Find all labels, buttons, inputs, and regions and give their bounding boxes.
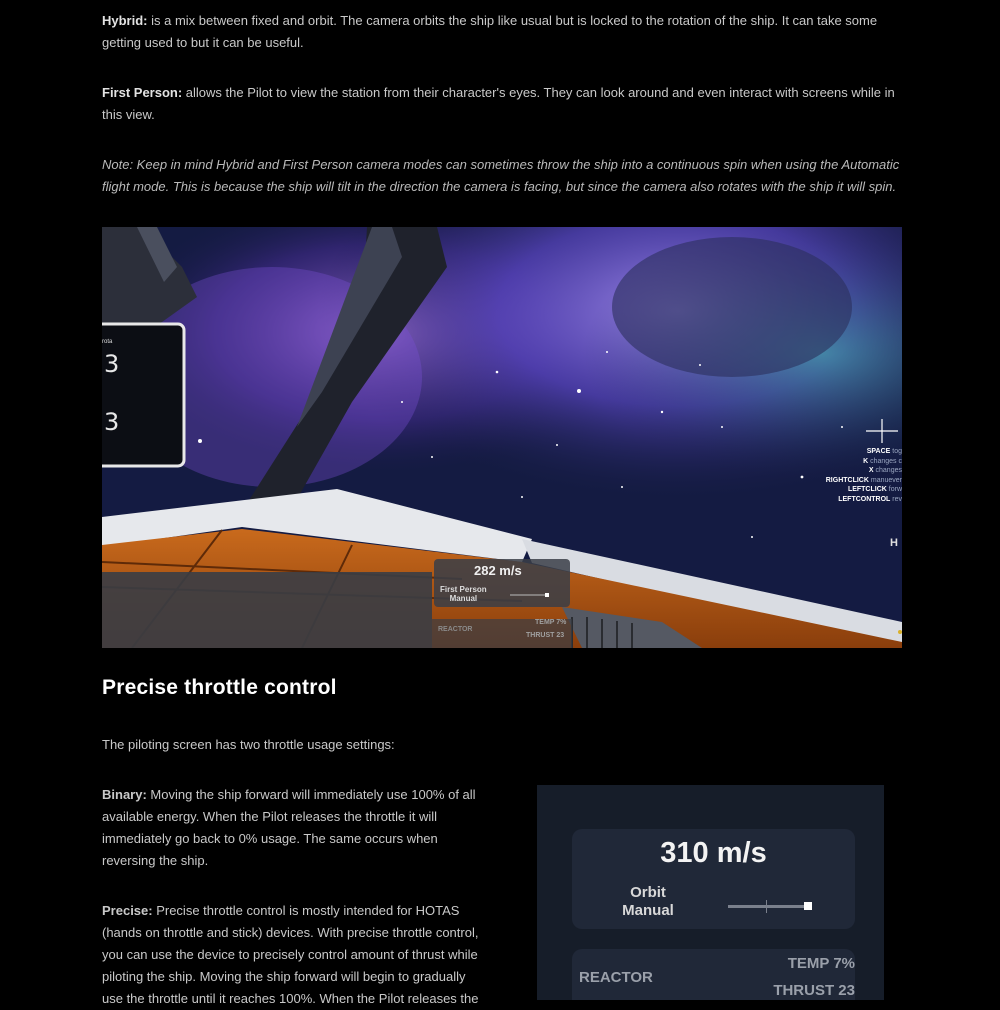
keybind-list: SPACE tog K changes c X changes RIGHTCLI…	[826, 447, 902, 504]
throttle-slider	[728, 900, 812, 913]
temp-readout: TEMP 7%	[787, 955, 855, 972]
precise-paragraph: Precise: Precise throttle control is mos…	[102, 900, 482, 1010]
svg-text:3: 3	[104, 408, 119, 436]
speed-readout: 310 m/s	[660, 837, 767, 869]
precise-term: Precise:	[102, 903, 153, 918]
cockpit-scene: 3 3 H	[102, 227, 902, 648]
note-paragraph: Note: Keep in mind Hybrid and First Pers…	[102, 157, 900, 194]
hybrid-text: is a mix between fixed and orbit. The ca…	[102, 13, 878, 50]
pilot-screen-screenshot: 310 m/s Orbit Manual REACTOR TEMP 7% THR…	[537, 785, 884, 1000]
reactor-label: REACTOR	[579, 969, 653, 986]
precise-text: Precise throttle control is mostly inten…	[102, 903, 479, 1006]
control-mode: Manual	[622, 902, 674, 919]
mode-readout: Orbit Manual	[612, 884, 684, 920]
keybind-row: SPACE tog	[866, 448, 902, 455]
keybind-row: K changes c	[863, 457, 902, 465]
hud-mode-control: Manual	[449, 594, 478, 603]
hud-thrust: THRUST 23	[526, 632, 565, 639]
hud-mode-camera: First Person	[440, 585, 487, 594]
slider-knob	[804, 902, 812, 910]
hud-reactor: REACTOR	[438, 626, 473, 633]
binary-paragraph: Binary: Moving the ship forward will imm…	[102, 784, 482, 872]
svg-text:3: 3	[104, 350, 119, 378]
hybrid-paragraph: Hybrid: is a mix between fixed and orbit…	[102, 10, 902, 54]
first-person-term: First Person:	[102, 85, 183, 100]
binary-term: Binary:	[102, 787, 147, 802]
thrust-readout: THRUST 23	[773, 982, 855, 999]
hud-speed: 282 m/s	[474, 563, 522, 578]
keybind-row: LEFTCLICK forw	[847, 486, 902, 493]
svg-text:H: H	[890, 537, 898, 549]
first-person-text: allows the Pilot to view the station fro…	[102, 85, 895, 122]
hud-temp: TEMP 7%	[535, 619, 567, 626]
keybind-row: LEFTCONTROL rev	[838, 495, 902, 503]
panel-label: rota	[102, 339, 113, 345]
section-heading: Precise throttle control	[102, 676, 337, 699]
speed-card: 310 m/s Orbit Manual	[572, 829, 855, 929]
binary-text: Moving the ship forward will immediately…	[102, 787, 476, 868]
keybind-row: RIGHTCLICK manuever	[825, 476, 902, 484]
hybrid-term: Hybrid:	[102, 13, 148, 28]
first-person-paragraph: First Person: allows the Pilot to view t…	[102, 82, 902, 126]
intro-paragraph: The piloting screen has two throttle usa…	[102, 737, 395, 752]
camera-mode: Orbit	[630, 884, 666, 901]
reactor-card: REACTOR TEMP 7% THRUST 23	[572, 949, 855, 1000]
keybind-row: X changes	[868, 467, 902, 474]
slider-center-tick	[766, 900, 767, 913]
hud-mode: First Person Manual	[440, 585, 487, 603]
first-person-screenshot: 3 3 H rota 282 m/s First Person Manual R…	[102, 227, 902, 648]
